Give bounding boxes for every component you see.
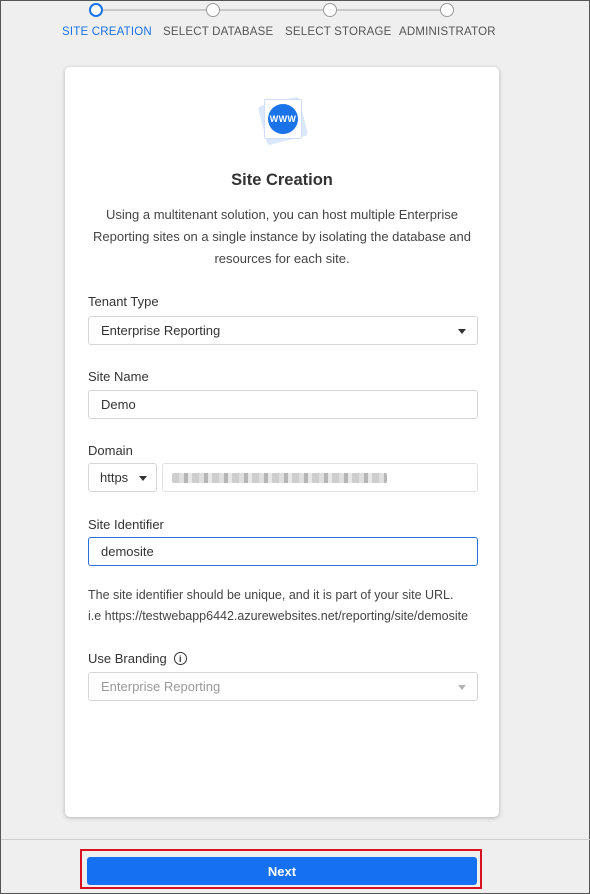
protocol-dropdown[interactable]: https (88, 463, 157, 492)
step-dot-select-database[interactable] (206, 3, 220, 17)
branding-select[interactable]: Enterprise Reporting (88, 672, 478, 701)
site-identifier-input[interactable]: demosite (88, 537, 478, 566)
step-dot-administrator[interactable] (440, 3, 454, 17)
use-branding-label: Use Branding (88, 651, 167, 666)
page-title: Site Creation (231, 171, 333, 189)
step-label-administrator[interactable]: ADMINISTRATOR (399, 26, 496, 38)
tenant-type-label: Tenant Type (88, 294, 159, 309)
site-name-value: Demo (101, 397, 136, 412)
site-identifier-label: Site Identifier (88, 517, 164, 532)
caret-down-icon (458, 685, 466, 690)
globe-icon: WWW (268, 104, 298, 134)
step-dot-site-creation[interactable] (89, 3, 103, 17)
redacted-domain (172, 472, 387, 483)
step-label-site-creation[interactable]: SITE CREATION (62, 26, 152, 38)
www-globe-icon: WWW (257, 95, 309, 146)
step-dot-select-storage[interactable] (323, 3, 337, 17)
wizard-stepper: SITE CREATION SELECT DATABASE SELECT STO… (1, 1, 590, 51)
site-name-label: Site Name (88, 369, 149, 384)
next-button[interactable]: Next (87, 857, 477, 885)
info-icon[interactable]: i (173, 652, 187, 666)
branding-value: Enterprise Reporting (101, 679, 221, 694)
site-name-input[interactable]: Demo (88, 390, 478, 419)
caret-down-icon (139, 476, 147, 481)
step-connector (219, 9, 325, 11)
tenant-type-value: Enterprise Reporting (101, 323, 221, 338)
site-creation-card: WWW Site Creation Using a multitenant so… (65, 67, 499, 817)
protocol-value: https (100, 470, 129, 485)
step-connector (337, 9, 441, 11)
use-branding-label-wrap: Use Branding i (88, 651, 187, 666)
hint-line-2: i.e https://testwebapp6442.azurewebsites… (88, 609, 469, 623)
site-identifier-value: demosite (101, 544, 154, 559)
step-label-select-storage[interactable]: SELECT STORAGE (285, 26, 392, 38)
domain-input[interactable] (162, 463, 478, 492)
step-connector (103, 9, 211, 11)
tenant-type-select[interactable]: Enterprise Reporting (88, 316, 478, 345)
site-identifier-hint: The site identifier should be unique, an… (88, 585, 480, 627)
domain-label: Domain (88, 443, 133, 458)
hint-line-1: The site identifier should be unique, an… (88, 588, 454, 602)
page-description: Using a multitenant solution, you can ho… (93, 207, 471, 266)
footer-divider (1, 839, 590, 840)
caret-down-icon (458, 329, 466, 334)
step-label-select-database[interactable]: SELECT DATABASE (163, 26, 273, 38)
